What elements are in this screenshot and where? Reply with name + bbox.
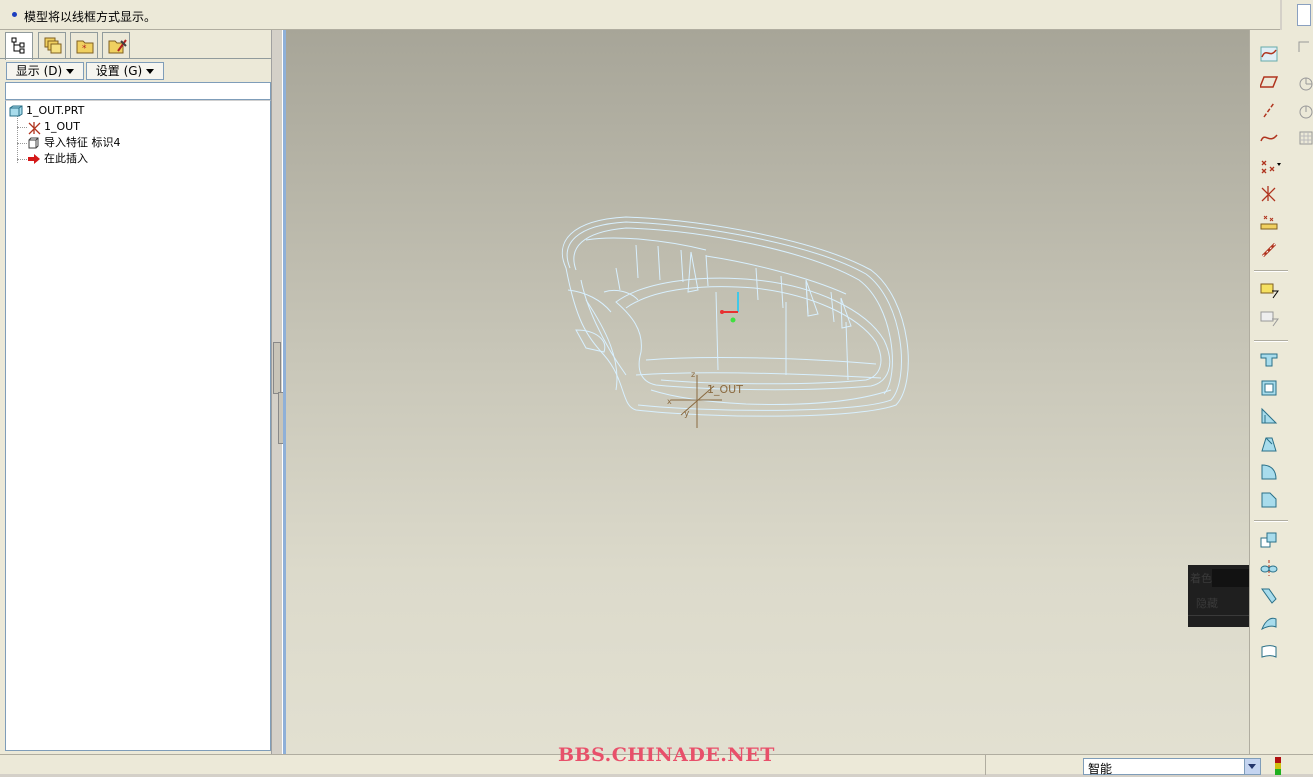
coordinate-system-icon (28, 122, 41, 135)
annotation-icon (1260, 283, 1279, 299)
popup-line-1: 着色 (1190, 572, 1212, 585)
shell-button[interactable] (1256, 376, 1282, 400)
tree-filter-input[interactable] (5, 82, 271, 100)
wireframe-model: z x y 1_OUT (561, 216, 909, 428)
annotation-alt-icon (1260, 311, 1279, 327)
info-bullet-icon (12, 12, 17, 17)
copy-icon (1260, 532, 1277, 548)
grid-icon[interactable] (1299, 131, 1313, 145)
hole-icon (1260, 353, 1278, 367)
chain-button[interactable] (1256, 238, 1282, 262)
model-tree: 1_OUT.PRT 1_OUT 导入特征 标识4 在此插入 (5, 100, 271, 751)
draft-button[interactable] (1256, 432, 1282, 456)
trim-icon (1261, 617, 1277, 631)
tools-icon (108, 39, 127, 54)
top-right-corner (1282, 0, 1313, 30)
datum-axis-icon (1263, 102, 1275, 118)
graphics-window[interactable]: z x y 1_OUT (286, 30, 1249, 754)
datum-plane-button[interactable] (1256, 70, 1282, 94)
feature-toolbar (1249, 30, 1289, 754)
trim-button[interactable] (1256, 612, 1282, 636)
datum-axis-button[interactable] (1256, 98, 1282, 122)
popup-line-2: 隐藏 (1196, 597, 1218, 610)
round-icon (1261, 464, 1277, 480)
mini-scroll-icon[interactable] (1297, 4, 1311, 26)
pie-alt-icon[interactable] (1299, 105, 1313, 119)
axis-z-label: z (691, 370, 695, 379)
part-csys-marker (720, 292, 739, 323)
message-area: 模型将以线框方式显示。 (0, 0, 1280, 30)
annotation-alt-button[interactable] (1256, 306, 1282, 330)
navigator-panel: * 显示 (D) 设置 (G) 1_OUT.PRT 1_OUT 导入特征 标识4… (0, 30, 274, 754)
merge-button[interactable] (1256, 584, 1282, 608)
tab-favorites[interactable]: * (70, 32, 98, 58)
chevron-down-icon (66, 69, 75, 74)
chevron-down-icon (146, 69, 155, 74)
svg-text:*: * (82, 44, 87, 54)
merge-icon (1261, 588, 1277, 604)
datum-point-icon (1261, 160, 1281, 174)
analysis-icon (1260, 215, 1278, 230)
datum-plane-icon (1260, 76, 1278, 88)
edge-icon[interactable] (1298, 41, 1309, 52)
chain-icon (1261, 242, 1277, 258)
datum-curve-button[interactable] (1256, 126, 1282, 150)
extend-icon (1261, 645, 1277, 658)
selection-filter-select[interactable]: 智能 (1083, 758, 1261, 776)
mirror-button[interactable] (1256, 556, 1282, 580)
import-feature-icon (28, 137, 39, 149)
chamfer-icon (1261, 492, 1277, 508)
collapse-handle[interactable] (273, 342, 281, 394)
axis-x-label: x (667, 397, 672, 406)
watermark-text: BBS.CHINADE.NET (558, 744, 775, 766)
rib-button[interactable] (1256, 404, 1282, 428)
world-csys: z x y 1_OUT (667, 370, 743, 428)
tab-model-tree[interactable] (5, 32, 33, 60)
datum-point-button[interactable] (1256, 154, 1282, 178)
model-tree-icon (11, 37, 25, 54)
favorites-folder-icon: * (76, 40, 94, 54)
part-icon (9, 105, 23, 117)
regen-status-icon (1275, 757, 1281, 775)
annotation-button[interactable] (1256, 278, 1282, 302)
coordinate-system-button[interactable] (1256, 182, 1282, 206)
status-bar: BBS.CHINADE.NET 智能 (0, 744, 1313, 776)
pie-icon[interactable] (1299, 77, 1313, 91)
extend-button[interactable] (1256, 640, 1282, 664)
analysis-button[interactable] (1256, 210, 1282, 234)
message-text: 模型将以线框方式显示。 (24, 10, 157, 24)
datum-curve-icon (1260, 134, 1278, 142)
insert-here-arrow-icon (28, 154, 40, 164)
render-mode-popup: 着色 隐藏 (1188, 565, 1249, 627)
layers-icon (44, 37, 62, 54)
csys-name-label: 1_OUT (707, 383, 743, 396)
sketch-curve-icon (1260, 46, 1278, 62)
axis-y-label: y (684, 409, 690, 419)
panel-splitter[interactable] (271, 30, 286, 754)
tab-layers[interactable] (38, 32, 66, 58)
tab-tools[interactable] (102, 32, 130, 58)
shell-icon (1261, 380, 1277, 396)
chevron-down-icon[interactable] (1244, 759, 1260, 774)
settings-menu-button[interactable]: 设置 (G) (86, 62, 164, 80)
coordinate-system-icon (1261, 186, 1276, 202)
round-button[interactable] (1256, 460, 1282, 484)
display-menu-button[interactable]: 显示 (D) (6, 62, 84, 80)
copy-button[interactable] (1256, 528, 1282, 552)
chamfer-button[interactable] (1256, 488, 1282, 512)
mirror-icon (1260, 560, 1278, 576)
draft-icon (1261, 437, 1277, 452)
sketch-curve-button[interactable] (1256, 42, 1282, 66)
rib-icon (1261, 407, 1278, 424)
hole-button[interactable] (1256, 348, 1282, 372)
secondary-toolbar (1289, 30, 1313, 754)
